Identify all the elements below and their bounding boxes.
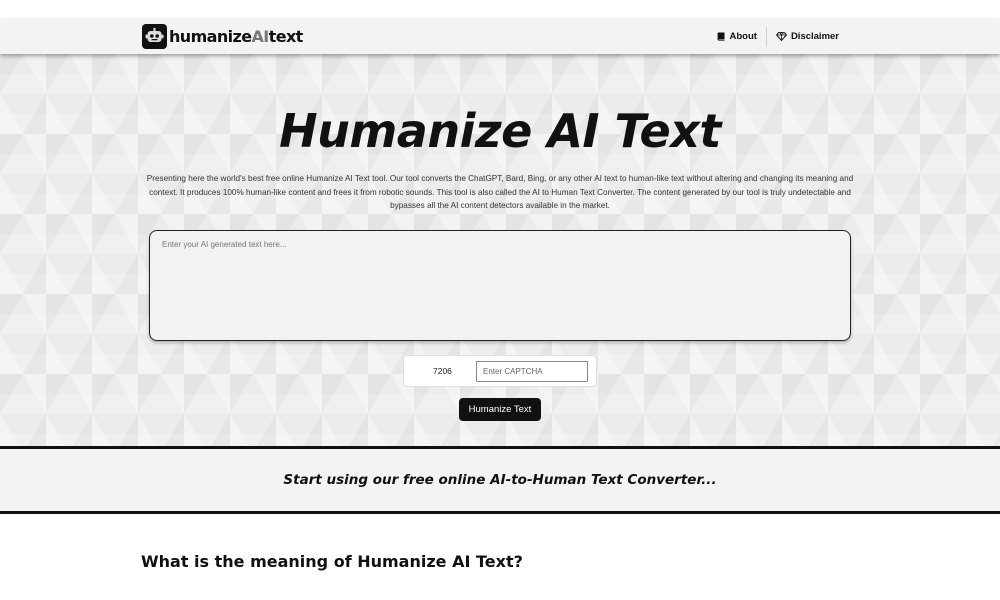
hero-section: Humanize AI Text Presenting here the wor…	[0, 54, 1000, 446]
captcha-input[interactable]	[476, 361, 588, 382]
nav-disclaimer-label: Disclaimer	[790, 31, 839, 42]
humanize-text-button[interactable]: Humanize Text	[459, 398, 541, 421]
nav-disclaimer-link[interactable]: Disclaimer	[767, 27, 848, 47]
captcha-code: 7206	[433, 366, 452, 376]
site-logo-text: humanizeAItext	[169, 27, 303, 46]
section-heading: What is the meaning of Humanize AI Text?	[141, 552, 523, 571]
cta-banner-text: Start using our free online AI-to-Human …	[283, 472, 717, 488]
site-logo[interactable]: humanizeAItext	[142, 24, 303, 49]
logo-text-accent: AI	[251, 27, 270, 46]
page-title: Humanize AI Text	[279, 104, 721, 158]
diamond-icon	[775, 32, 787, 41]
book-icon	[717, 32, 724, 41]
nav-about-link[interactable]: About	[708, 27, 766, 47]
logo-text-suffix: text	[268, 27, 304, 46]
robot-icon	[142, 24, 167, 49]
nav-links: About Disclaimer	[708, 19, 849, 54]
top-navbar: humanizeAItext About Disclaimer	[0, 19, 1000, 54]
cta-banner: Start using our free online AI-to-Human …	[0, 446, 1000, 514]
captcha-container: 7206	[403, 355, 597, 387]
logo-text-prefix: humanize	[169, 27, 252, 46]
ai-text-input[interactable]	[149, 230, 851, 341]
nav-about-label: About	[729, 31, 757, 42]
hero-description: Presenting here the world's best free on…	[146, 174, 854, 210]
